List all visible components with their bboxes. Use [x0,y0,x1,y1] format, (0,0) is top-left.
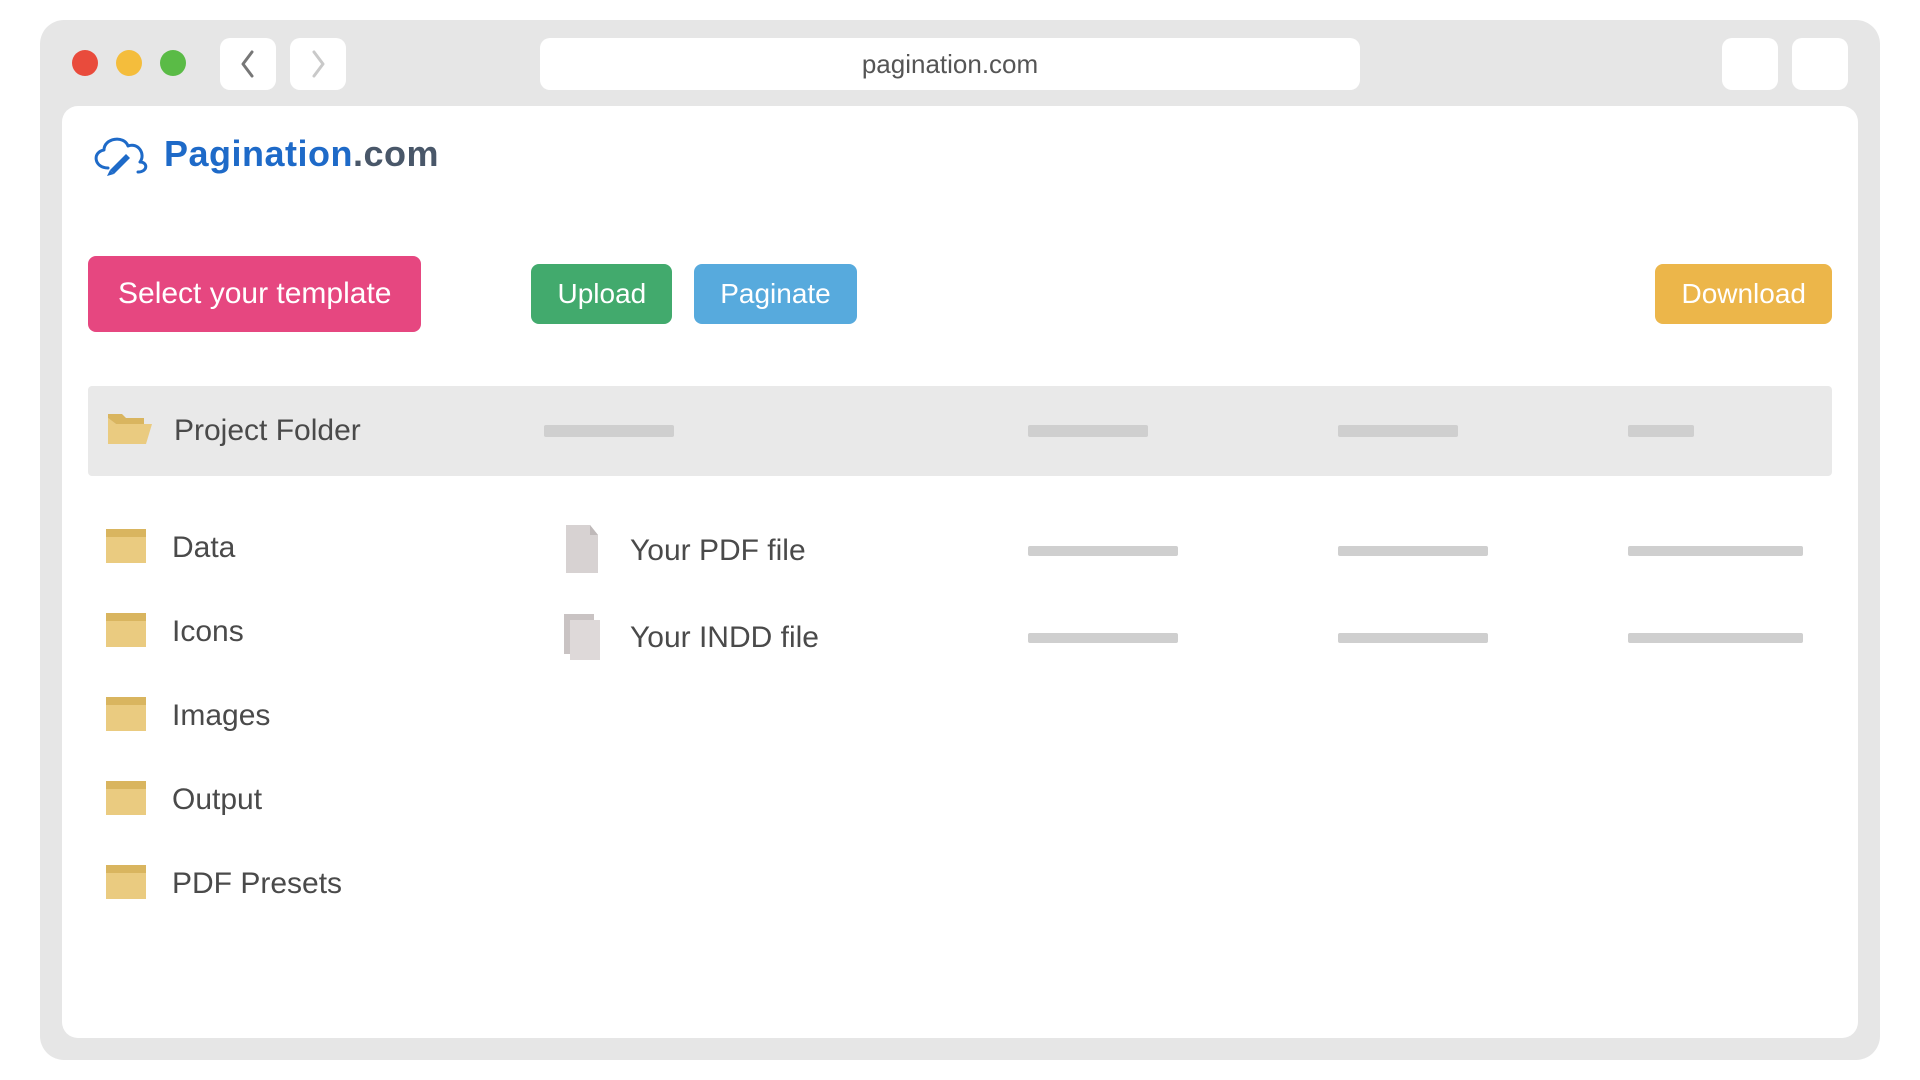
back-button[interactable] [220,38,276,90]
folder-icon [106,529,146,568]
folder-label: Output [172,783,262,817]
meta-placeholder-icon [1338,546,1488,556]
folder-label: Images [172,699,270,733]
folder-icon [106,865,146,904]
grid-header-title: Project Folder [174,414,361,448]
download-button[interactable]: Download [1655,264,1832,324]
brand-name: Pagination [164,133,353,174]
pdf-file-icon [522,525,602,578]
brand-suffix: .com [353,133,439,174]
url-text: pagination.com [862,49,1038,80]
browser-window: pagination.com Pagination.com [40,20,1880,1060]
grid-header: Project Folder [88,386,1832,476]
brand-logo: Pagination.com [88,132,439,176]
maximize-window-icon[interactable] [160,50,186,76]
folder-item-icons[interactable]: Icons [88,590,468,674]
folder-item-images[interactable]: Images [88,674,468,758]
file-label: Your PDF file [630,534,806,568]
upload-button[interactable]: Upload [531,264,672,324]
meta-placeholder-icon [1028,633,1178,643]
file-row[interactable]: Your INDD file [522,598,1832,678]
folder-label: Data [172,531,235,565]
folder-list: Data Icons Images [88,506,468,926]
close-window-icon[interactable] [72,50,98,76]
forward-button[interactable] [290,38,346,90]
meta-placeholder-icon [1338,633,1488,643]
select-template-button[interactable]: Select your template [88,256,421,332]
cloud-pencil-icon [88,132,150,176]
column-placeholder-icon [1028,425,1148,437]
page-content: Pagination.com Select your template Uplo… [62,106,1858,1038]
chevron-right-icon [309,50,327,78]
file-row[interactable]: Your PDF file [522,511,1832,591]
folder-icon [106,697,146,736]
action-bar: Select your template Upload Paginate Dow… [88,256,1832,332]
folder-label: PDF Presets [172,867,342,901]
window-button-2[interactable] [1792,38,1848,90]
indd-file-icon [522,612,602,665]
column-placeholder-icon [544,425,674,437]
url-bar[interactable]: pagination.com [540,38,1360,90]
meta-placeholder-icon [1028,546,1178,556]
folder-item-data[interactable]: Data [88,506,468,590]
folder-item-pdf-presets[interactable]: PDF Presets [88,842,468,926]
folder-label: Icons [172,615,244,649]
browser-chrome: pagination.com [40,20,1880,106]
window-button-1[interactable] [1722,38,1778,90]
folder-icon [106,781,146,820]
chevron-left-icon [239,50,257,78]
folder-open-icon [106,410,154,453]
column-placeholder-icon [1628,425,1694,437]
minimize-window-icon[interactable] [116,50,142,76]
file-label: Your INDD file [630,621,819,655]
meta-placeholder-icon [1628,546,1803,556]
meta-placeholder-icon [1628,633,1803,643]
folder-item-output[interactable]: Output [88,758,468,842]
folder-icon [106,613,146,652]
paginate-button[interactable]: Paginate [694,264,857,324]
column-placeholder-icon [1338,425,1458,437]
traffic-lights [72,50,186,76]
brand-text: Pagination.com [164,133,439,175]
